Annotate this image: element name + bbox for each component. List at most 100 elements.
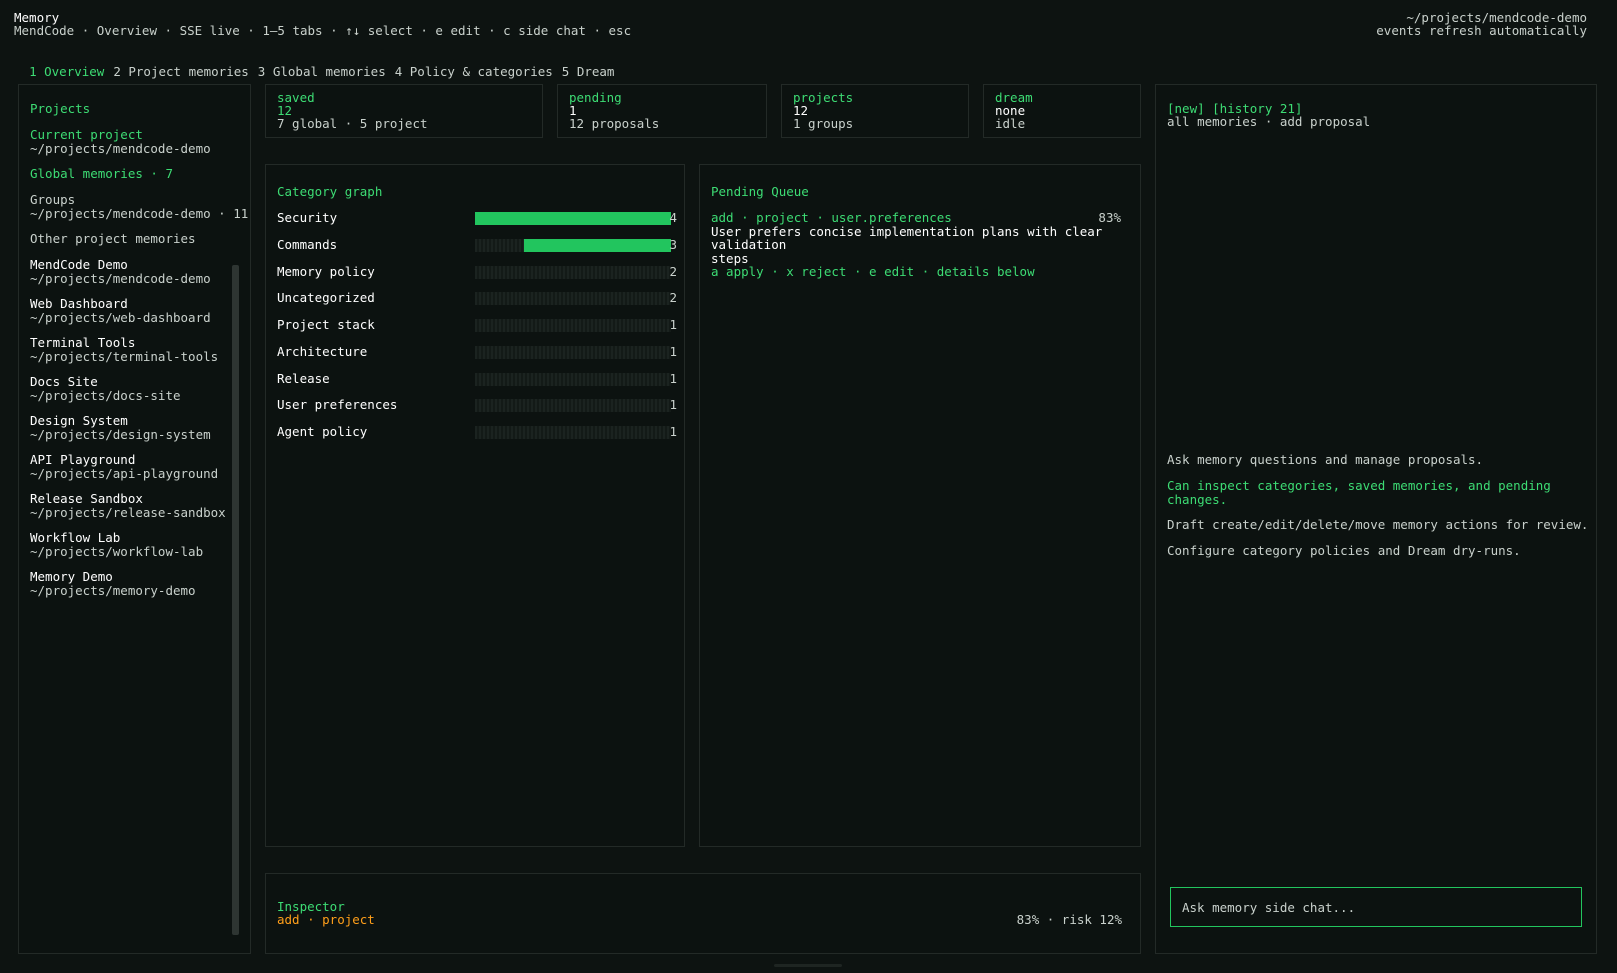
category-count: 1: [669, 370, 677, 386]
inspector-panel: Inspector add · project 83% · risk 12%: [265, 873, 1141, 954]
project-name: MendCode Demo: [30, 257, 128, 272]
tab-policy-categories[interactable]: 4 Policy & categories: [395, 64, 553, 79]
category-count: 2: [669, 290, 677, 306]
project-path: ~/projects/mendcode-demo: [30, 270, 211, 286]
category-bar: [475, 212, 671, 225]
global-memories-link[interactable]: Global memories · 7: [30, 167, 173, 181]
pending-queue-title: Pending Queue: [711, 184, 809, 199]
stat-sub: 12 proposals: [569, 116, 660, 131]
category-count: 4: [669, 210, 677, 225]
sidebar-heading: Projects: [30, 101, 91, 116]
sidebar-scrollbar[interactable]: [232, 265, 239, 935]
project-path: ~/projects/design-system: [30, 426, 211, 442]
project-path: ~/projects/docs-site: [30, 387, 181, 403]
project-path: ~/projects/release-sandbox: [30, 504, 226, 520]
category-row[interactable]: Architecture 1: [277, 345, 677, 359]
category-bar: [524, 238, 671, 252]
current-project-label: Current project: [30, 127, 143, 142]
sidebar-item-workflow-lab[interactable]: Workflow Lab ~/projects/workflow-lab: [30, 531, 203, 558]
category-name: Architecture: [277, 343, 368, 359]
project-name: Web Dashboard: [30, 296, 128, 311]
project-name: Memory Demo: [30, 569, 113, 584]
sidebar-item-release-sandbox[interactable]: Release Sandbox ~/projects/release-sandb…: [30, 492, 226, 519]
category-name: Uncategorized: [277, 290, 375, 306]
category-row[interactable]: Project stack 1: [277, 318, 677, 332]
category-name: User preferences: [277, 397, 398, 413]
stat-label: pending: [569, 90, 622, 105]
sidebar-item-mendcode-demo[interactable]: MendCode Demo ~/projects/mendcode-demo: [30, 258, 211, 285]
category-name: Agent policy: [277, 424, 368, 439]
refresh-note: events refresh automatically: [1376, 23, 1587, 38]
project-name: Terminal Tools: [30, 335, 136, 350]
category-count: 1: [669, 343, 677, 359]
current-project-path: ~/projects/mendcode-demo: [30, 140, 211, 156]
sidebar-item-web-dashboard[interactable]: Web Dashboard ~/projects/web-dashboard: [30, 297, 211, 324]
tab-dream[interactable]: 5 Dream: [562, 64, 615, 79]
tab-project-memories[interactable]: 2 Project memories: [113, 64, 248, 79]
category-bar-track: [475, 238, 671, 252]
project-path: ~/projects/memory-demo: [30, 582, 196, 598]
pending-item-meta: add · project · user.preferences: [711, 210, 952, 225]
category-bar-track: [475, 212, 671, 225]
side-chat-panel: [new] [history 21] all memories · add pr…: [1155, 84, 1597, 954]
category-count: 2: [669, 263, 677, 279]
tab-global-memories[interactable]: 3 Global memories: [258, 64, 386, 79]
groups-label: Groups: [30, 192, 76, 207]
resize-handle[interactable]: [774, 964, 842, 967]
groups[interactable]: Groups ~/projects/mendcode-demo · 11: [30, 193, 248, 220]
project-path: ~/projects/web-dashboard: [30, 309, 211, 325]
tab-overview[interactable]: 1 Overview: [29, 64, 104, 79]
category-count: 1: [669, 424, 677, 439]
side-chat-input[interactable]: [1170, 887, 1582, 927]
current-project[interactable]: Current project ~/projects/mendcode-demo: [30, 128, 211, 155]
stat-card-saved: saved 12 7 global · 5 project: [265, 84, 543, 138]
stat-sub: 1 groups: [793, 116, 854, 131]
stat-card-pending: pending 1 12 proposals: [557, 84, 767, 138]
project-name: Docs Site: [30, 374, 98, 389]
pending-item[interactable]: add · project · user.preferences 83% Use…: [711, 211, 1121, 279]
category-name: Memory policy: [277, 263, 375, 279]
category-row[interactable]: Commands 3: [277, 238, 677, 252]
pending-item-text-1: User prefers concise implementation plan…: [711, 223, 1103, 252]
project-path: ~/projects/terminal-tools: [30, 348, 219, 364]
category-graph-title: Category graph: [277, 184, 383, 199]
category-count: 1: [669, 317, 677, 332]
category-name: Release: [277, 370, 330, 386]
stat-card-dream: dream none idle: [983, 84, 1141, 138]
category-row[interactable]: Memory policy 2: [277, 263, 677, 279]
sidebar-item-terminal-tools[interactable]: Terminal Tools ~/projects/terminal-tools: [30, 336, 218, 363]
inspector-value: add · project: [277, 912, 375, 927]
sidebar-item-api-playground[interactable]: API Playground ~/projects/api-playground: [30, 453, 218, 480]
chat-header-sub: all memories · add proposal: [1167, 114, 1371, 129]
category-bar-track: [475, 265, 671, 279]
category-bar-track: [475, 345, 671, 359]
project-name: Workflow Lab: [30, 530, 121, 545]
category-row[interactable]: Security 4: [277, 211, 677, 225]
category-graph-panel: Category graph Security 4 Commands 3 Memory …: [265, 164, 685, 847]
sidebar-item-memory-demo[interactable]: Memory Demo ~/projects/memory-demo: [30, 570, 196, 597]
tab-bar: 1 Overview 2 Project memories 3 Global mem…: [14, 51, 623, 78]
pending-item-confidence: 83%: [1098, 210, 1121, 225]
chat-message-3: Draft create/edit/delete/move memory act…: [1167, 517, 1589, 532]
chat-message-2-line-1: Can inspect categories, saved memories, …: [1167, 478, 1551, 493]
pending-item-actions[interactable]: a apply · x reject · e edit · details be…: [711, 265, 1121, 279]
category-row[interactable]: Release 1: [277, 370, 677, 386]
category-bar-track: [475, 292, 671, 306]
other-project-label: Other project memories: [30, 231, 196, 246]
sidebar-item-design-system[interactable]: Design System ~/projects/design-system: [30, 414, 211, 441]
category-bar-track: [475, 372, 671, 386]
stat-sub: 7 global · 5 project: [277, 116, 428, 131]
category-row[interactable]: User preferences 1: [277, 397, 677, 413]
category-row[interactable]: Agent policy 1: [277, 425, 677, 439]
pending-item-text-2: steps: [711, 250, 749, 266]
chat-message-1: Ask memory questions and manage proposal…: [1167, 452, 1484, 467]
project-path: ~/projects/api-playground: [30, 465, 219, 481]
pending-queue-panel: Pending Queue add · project · user.prefe…: [699, 164, 1141, 847]
project-name: API Playground: [30, 452, 136, 467]
category-name: Commands: [277, 236, 338, 252]
stat-card-projects: projects 12 1 groups: [781, 84, 969, 138]
project-name: Release Sandbox: [30, 491, 143, 506]
sidebar-item-docs-site[interactable]: Docs Site ~/projects/docs-site: [30, 375, 181, 402]
category-row[interactable]: Uncategorized 2: [277, 290, 677, 306]
chat-message-2-line-2: changes.: [1167, 491, 1228, 507]
